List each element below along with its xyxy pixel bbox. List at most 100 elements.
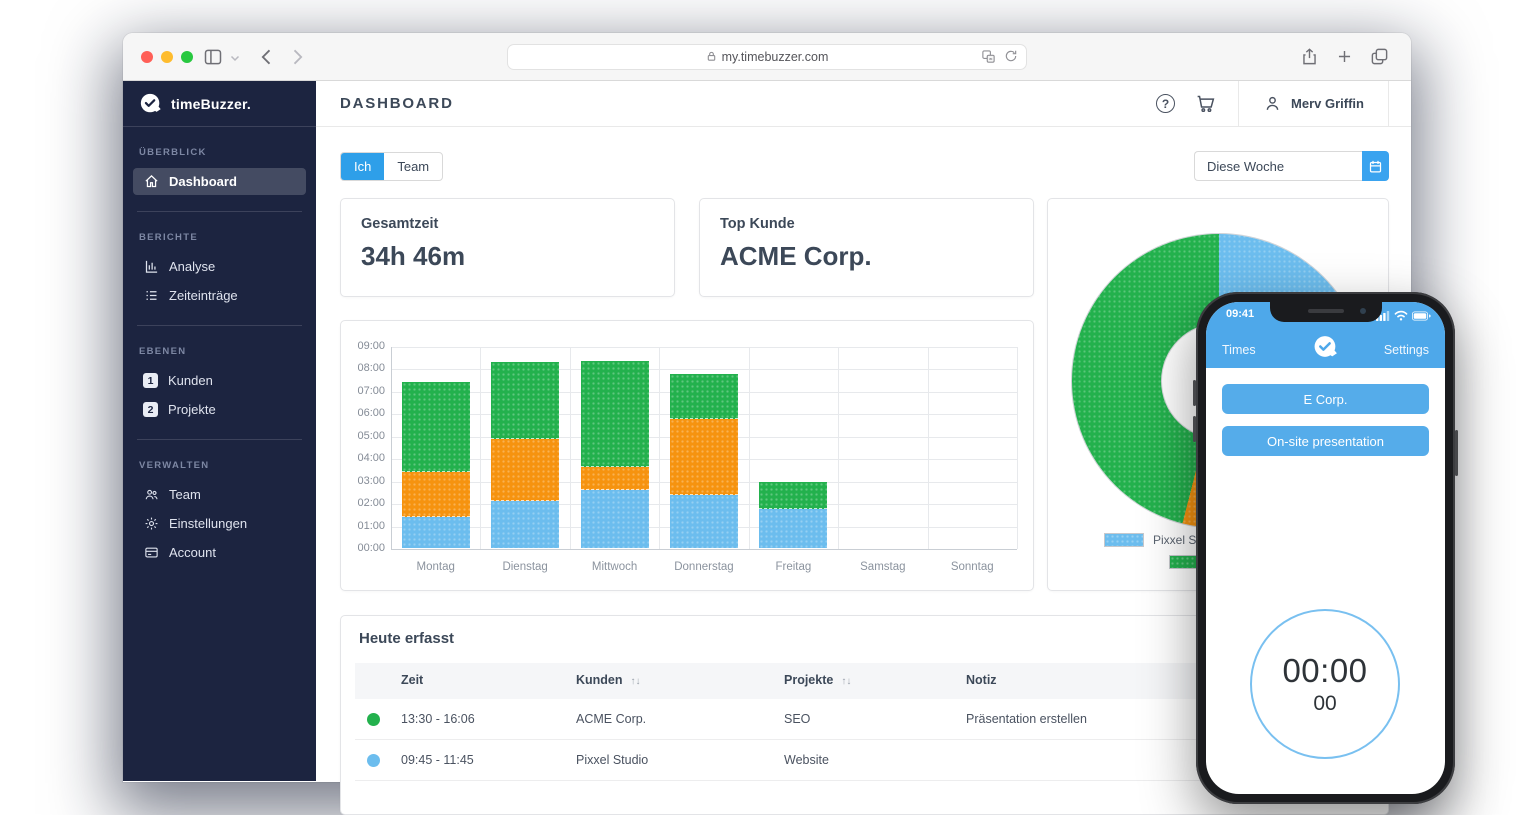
forward-button[interactable]	[287, 47, 307, 67]
sidebar-item-einstellungen[interactable]: Einstellungen	[133, 510, 306, 537]
phone-status-icons	[1376, 310, 1431, 321]
account-icon	[143, 545, 159, 561]
bar-mittwoch[interactable]	[581, 361, 649, 548]
phone-button-on-site-presentation[interactable]: On-site presentation	[1222, 426, 1429, 456]
help-icon[interactable]: ?	[1156, 94, 1175, 113]
phone-status-time: 09:41	[1226, 308, 1254, 320]
bar-segment	[670, 374, 738, 419]
share-icon[interactable]	[1300, 47, 1319, 66]
calendar-icon	[1368, 159, 1383, 174]
top-customer-value: ACME Corp.	[720, 241, 1013, 272]
timebuzzer-logo-icon	[1312, 334, 1339, 361]
cell-zeit: 09:45 - 11:45	[401, 753, 474, 767]
level-1-icon: 1	[143, 373, 158, 388]
reload-icon[interactable]	[1004, 49, 1018, 63]
x-tick-label: Donnerstag	[659, 561, 748, 573]
phone-screen: 09:41 Times Settings 00:00 00 E Co	[1206, 302, 1445, 794]
sidebar-item-zeiteintr-ge[interactable]: Zeiteinträge	[133, 282, 306, 309]
home-icon	[143, 174, 159, 190]
phone-speaker	[1308, 309, 1344, 313]
y-tick-label: 00:00	[347, 542, 385, 554]
gridline-v	[749, 347, 750, 549]
gridline-v	[659, 347, 660, 549]
calendar-button[interactable]	[1362, 151, 1389, 181]
browser-toolbar: my.timebuzzer.com	[123, 33, 1411, 81]
y-tick-label: 03:00	[347, 475, 385, 487]
sidebar-section-label-ebenen: EBENEN	[139, 346, 300, 357]
sidebar-section-label-berichte: BERICHTE	[139, 232, 300, 243]
phone-times-link[interactable]: Times	[1222, 343, 1256, 357]
address-bar[interactable]: my.timebuzzer.com	[507, 44, 1027, 70]
translate-icon[interactable]	[981, 49, 996, 64]
y-tick-label: 04:00	[347, 452, 385, 464]
maximize-window-button[interactable]	[181, 51, 193, 63]
sort-icon[interactable]: ↑↓	[631, 676, 641, 687]
gear-icon	[143, 516, 159, 532]
gridline-h	[391, 549, 1017, 550]
top-customer-label: Top Kunde	[720, 216, 1013, 232]
user-icon	[1263, 94, 1282, 113]
bar-montag[interactable]	[402, 382, 470, 548]
sidebar-item-label: Kunden	[168, 373, 213, 388]
wifi-icon	[1394, 310, 1408, 321]
top-customer-card: Top Kunde ACME Corp.	[699, 198, 1034, 297]
segment-team[interactable]: Team	[384, 153, 442, 180]
tab-overview-icon[interactable]	[1370, 47, 1389, 66]
sidebar: timeBuzzer. ÜBERBLICKDashboardBERICHTEAn…	[123, 81, 316, 781]
phone-settings-link[interactable]: Settings	[1384, 343, 1429, 357]
bar-segment	[491, 362, 559, 439]
timer-circle[interactable]: 00:00 00	[1250, 609, 1400, 759]
sidebar-item-label: Dashboard	[169, 174, 237, 189]
sidebar-item-team[interactable]: Team	[133, 481, 306, 508]
bar-donnerstag[interactable]	[670, 374, 738, 548]
gridline-h	[391, 347, 1017, 348]
cell-projekte: SEO	[784, 712, 810, 726]
column-header-kunden[interactable]: Kunden↑↓	[576, 673, 641, 687]
entry-color-dot	[367, 754, 380, 767]
sidebar-item-projekte[interactable]: 2Projekte	[133, 396, 306, 423]
total-time-label: Gesamtzeit	[361, 216, 654, 232]
sidebar-divider	[137, 439, 302, 440]
new-tab-icon[interactable]	[1335, 47, 1354, 66]
sidebar-nav: ÜBERBLICKDashboardBERICHTEAnalyseZeitein…	[123, 147, 316, 566]
phone-volume-up-button	[1193, 380, 1196, 406]
bar-segment	[581, 467, 649, 489]
bar-dienstag[interactable]	[491, 362, 559, 548]
sort-icon[interactable]: ↑↓	[841, 676, 851, 687]
close-window-button[interactable]	[141, 51, 153, 63]
x-tick-label: Dienstag	[480, 561, 569, 573]
list-icon	[143, 288, 159, 304]
column-header-projekte[interactable]: Projekte↑↓	[784, 673, 851, 687]
segment-ich[interactable]: Ich	[341, 153, 384, 180]
timebuzzer-logo-icon	[139, 92, 163, 116]
phone-power-button	[1455, 430, 1458, 476]
phone-notch	[1270, 302, 1382, 322]
chevron-down-icon[interactable]	[229, 52, 241, 64]
cart-icon[interactable]	[1195, 93, 1216, 114]
phone-mockup: 09:41 Times Settings 00:00 00 E Co	[1196, 292, 1455, 804]
cell-notiz: Präsentation erstellen	[966, 712, 1087, 726]
sidebar-item-analyse[interactable]: Analyse	[133, 253, 306, 280]
back-button[interactable]	[257, 47, 277, 67]
sidebar-item-label: Einstellungen	[169, 516, 247, 531]
bar-chart-plot	[391, 347, 1017, 549]
bar-segment	[491, 439, 559, 501]
sidebar-toggle-icon[interactable]	[203, 47, 223, 67]
timer-minutes-seconds: 00:00	[1282, 652, 1367, 690]
phone-button-e-corp-[interactable]: E Corp.	[1222, 384, 1429, 414]
date-range-input[interactable]: Diese Woche	[1194, 151, 1362, 181]
y-tick-label: 09:00	[347, 340, 385, 352]
sidebar-item-dashboard[interactable]: Dashboard	[133, 168, 306, 195]
user-menu[interactable]: Merv Griffin	[1239, 94, 1388, 113]
bar-freitag[interactable]	[759, 482, 827, 548]
phone-nav-bar: Times Settings	[1206, 328, 1445, 368]
sidebar-item-kunden[interactable]: 1 Kunden	[133, 367, 306, 394]
sidebar-divider	[137, 211, 302, 212]
minimize-window-button[interactable]	[161, 51, 173, 63]
x-tick-label: Samstag	[838, 561, 927, 573]
gridline-v	[928, 347, 929, 549]
bar-segment	[491, 501, 559, 548]
sidebar-item-account[interactable]: Account	[133, 539, 306, 566]
app-logo[interactable]: timeBuzzer.	[123, 81, 316, 127]
gridline-v	[480, 347, 481, 549]
